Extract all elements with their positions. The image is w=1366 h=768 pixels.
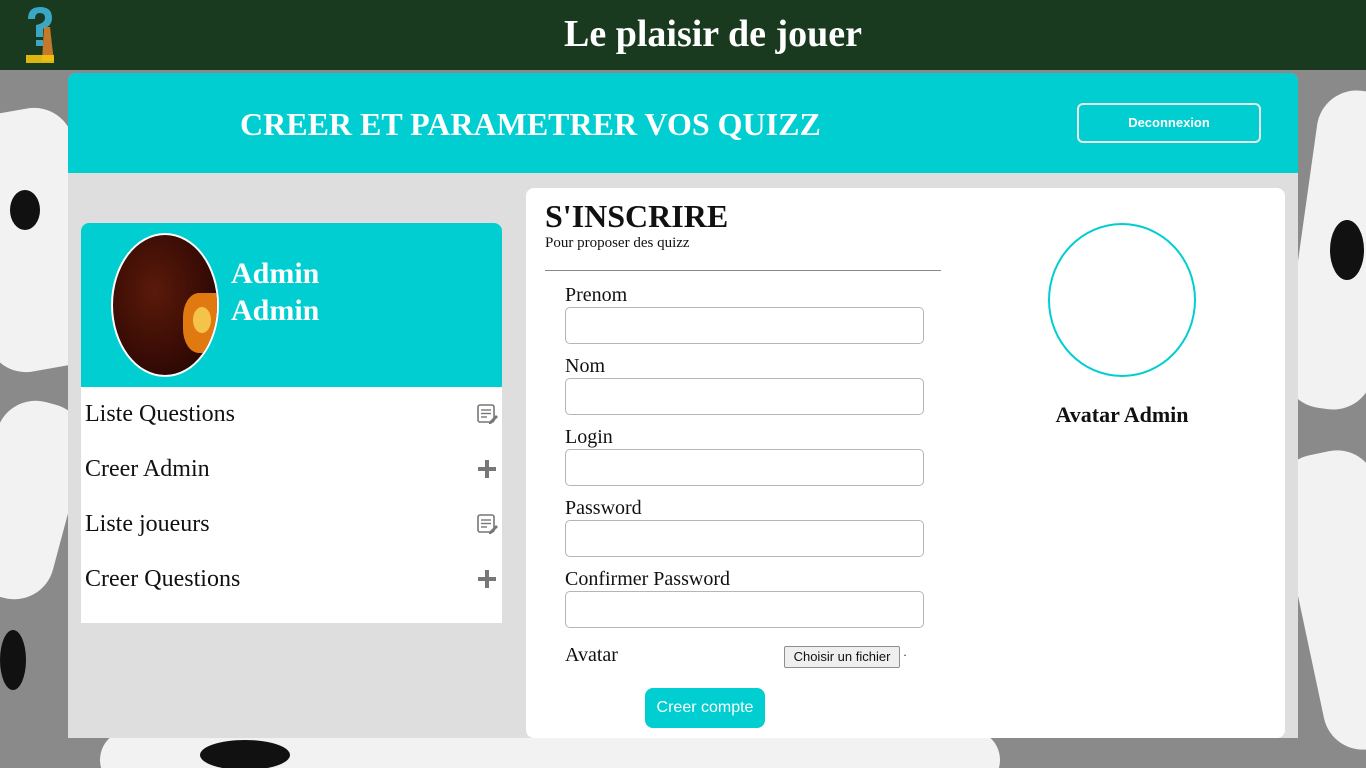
sidebar-item-creer-questions[interactable]: Creer Questions	[81, 552, 502, 607]
confirm-password-input[interactable]	[565, 591, 924, 628]
file-status: ·	[903, 648, 907, 662]
list-edit-icon[interactable]	[476, 513, 498, 535]
confirm-password-label: Confirmer Password	[565, 568, 730, 590]
sidebar-item-label: Liste Questions	[85, 401, 235, 427]
sidebar-item-label: Liste joueurs	[85, 511, 210, 537]
avatar-label: Avatar	[565, 644, 618, 666]
form-title: S'INSCRIRE	[545, 198, 729, 234]
form-subtitle: Pour proposer des quizz	[545, 235, 690, 251]
form-divider	[545, 270, 941, 271]
password-input[interactable]	[565, 520, 924, 557]
create-account-button[interactable]: Creer compte	[645, 688, 765, 728]
profile-card: Admin Admin	[81, 223, 502, 387]
signup-form-card: S'INSCRIRE Pour proposer des quizz Preno…	[526, 188, 1285, 738]
password-label: Password	[565, 497, 642, 519]
profile-first-name: Admin	[231, 257, 320, 290]
nom-input[interactable]	[565, 378, 924, 415]
avatar-caption: Avatar Admin	[1055, 402, 1189, 427]
sidebar-item-label: Creer Admin	[85, 456, 210, 482]
top-bar: Le plaisir de jouer	[0, 0, 1366, 70]
logout-button[interactable]: Deconnexion	[1077, 103, 1261, 143]
prenom-input[interactable]	[565, 307, 924, 344]
sidebar-item-liste-joueurs[interactable]: Liste joueurs	[81, 497, 502, 552]
sidebar-item-creer-admin[interactable]: Creer Admin	[81, 442, 502, 497]
plus-icon[interactable]	[476, 568, 498, 590]
sidebar-item-liste-questions[interactable]: Liste Questions	[81, 387, 502, 442]
site-title: Le plaisir de jouer	[563, 13, 862, 55]
sidebar-item-label: Creer Questions	[85, 566, 241, 592]
plus-icon[interactable]	[476, 458, 498, 480]
panel-header: CREER ET PARAMETRER VOS QUIZZ Deconnexio…	[68, 73, 1298, 173]
list-edit-icon[interactable]	[476, 403, 498, 425]
login-label: Login	[565, 426, 613, 448]
main-panel: CREER ET PARAMETRER VOS QUIZZ Deconnexio…	[68, 73, 1298, 738]
prenom-label: Prenom	[565, 284, 628, 306]
avatar-preview	[1048, 223, 1196, 377]
login-input[interactable]	[565, 449, 924, 486]
profile-last-name: Admin	[231, 294, 320, 327]
avatar	[111, 233, 219, 377]
panel-title: CREER ET PARAMETRER VOS QUIZZ	[240, 106, 821, 142]
sidebar: Admin Admin Liste Questions Creer Admin …	[81, 223, 502, 623]
nom-label: Nom	[565, 355, 605, 377]
file-upload-button[interactable]: Choisir un fichier	[784, 646, 900, 668]
